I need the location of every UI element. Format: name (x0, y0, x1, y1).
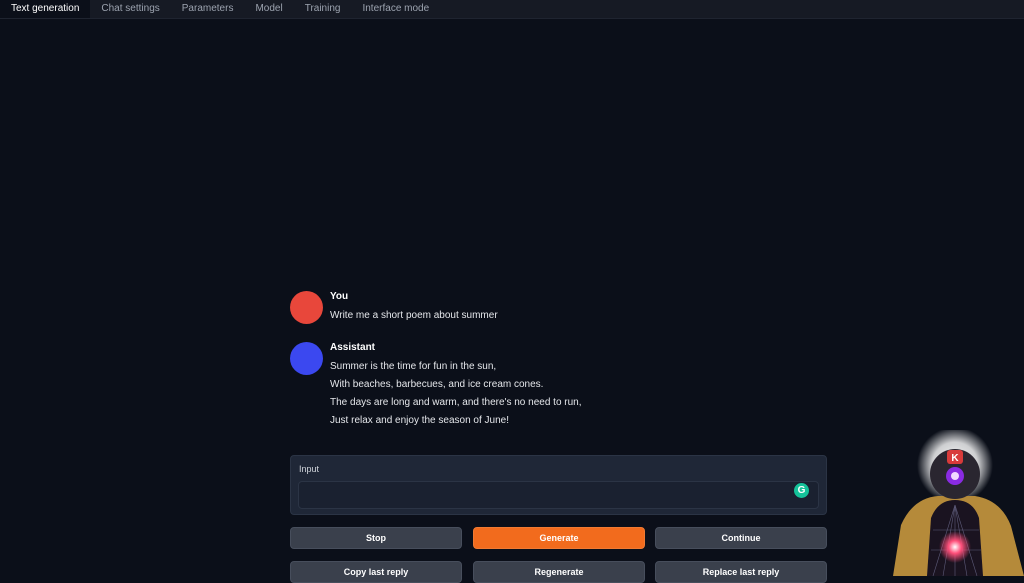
stop-button[interactable]: Stop (290, 527, 462, 549)
message-text-line: With beaches, barbecues, and ice cream c… (330, 379, 544, 390)
tab-interface-mode[interactable]: Interface mode (351, 0, 440, 18)
tab-model[interactable]: Model (244, 0, 293, 18)
tab-parameters[interactable]: Parameters (171, 0, 245, 18)
tab-training[interactable]: Training (294, 0, 352, 18)
message-text-line: Just relax and enjoy the season of June! (330, 415, 510, 426)
chat-input[interactable] (298, 481, 819, 509)
robot-avatar-image: K (893, 430, 1024, 576)
message-text-line: The days are long and warm, and there's … (330, 397, 582, 408)
tab-chat-settings[interactable]: Chat settings (90, 0, 170, 18)
webcam-badge-letter: K (951, 453, 959, 464)
replace-last-reply-button[interactable]: Replace last reply (655, 561, 827, 583)
input-panel: Input G (290, 455, 827, 515)
tab-bar: Text generation Chat settings Parameters… (0, 0, 1024, 19)
message-author: You (330, 291, 349, 302)
continue-button[interactable]: Continue (655, 527, 827, 549)
regenerate-button[interactable]: Regenerate (473, 561, 645, 583)
webcam-overlay: K (893, 430, 1024, 576)
assistant-avatar (290, 342, 323, 375)
generate-button[interactable]: Generate (473, 527, 645, 549)
input-label: Input (299, 464, 320, 474)
grammarly-icon[interactable]: G (794, 483, 809, 498)
message-text-line: Summer is the time for fun in the sun, (330, 361, 497, 372)
message-text: Write me a short poem about summer (330, 310, 498, 321)
tab-text-generation[interactable]: Text generation (0, 0, 91, 18)
message-author: Assistant (330, 342, 376, 353)
user-avatar (290, 291, 323, 324)
copy-last-reply-button[interactable]: Copy last reply (290, 561, 462, 583)
